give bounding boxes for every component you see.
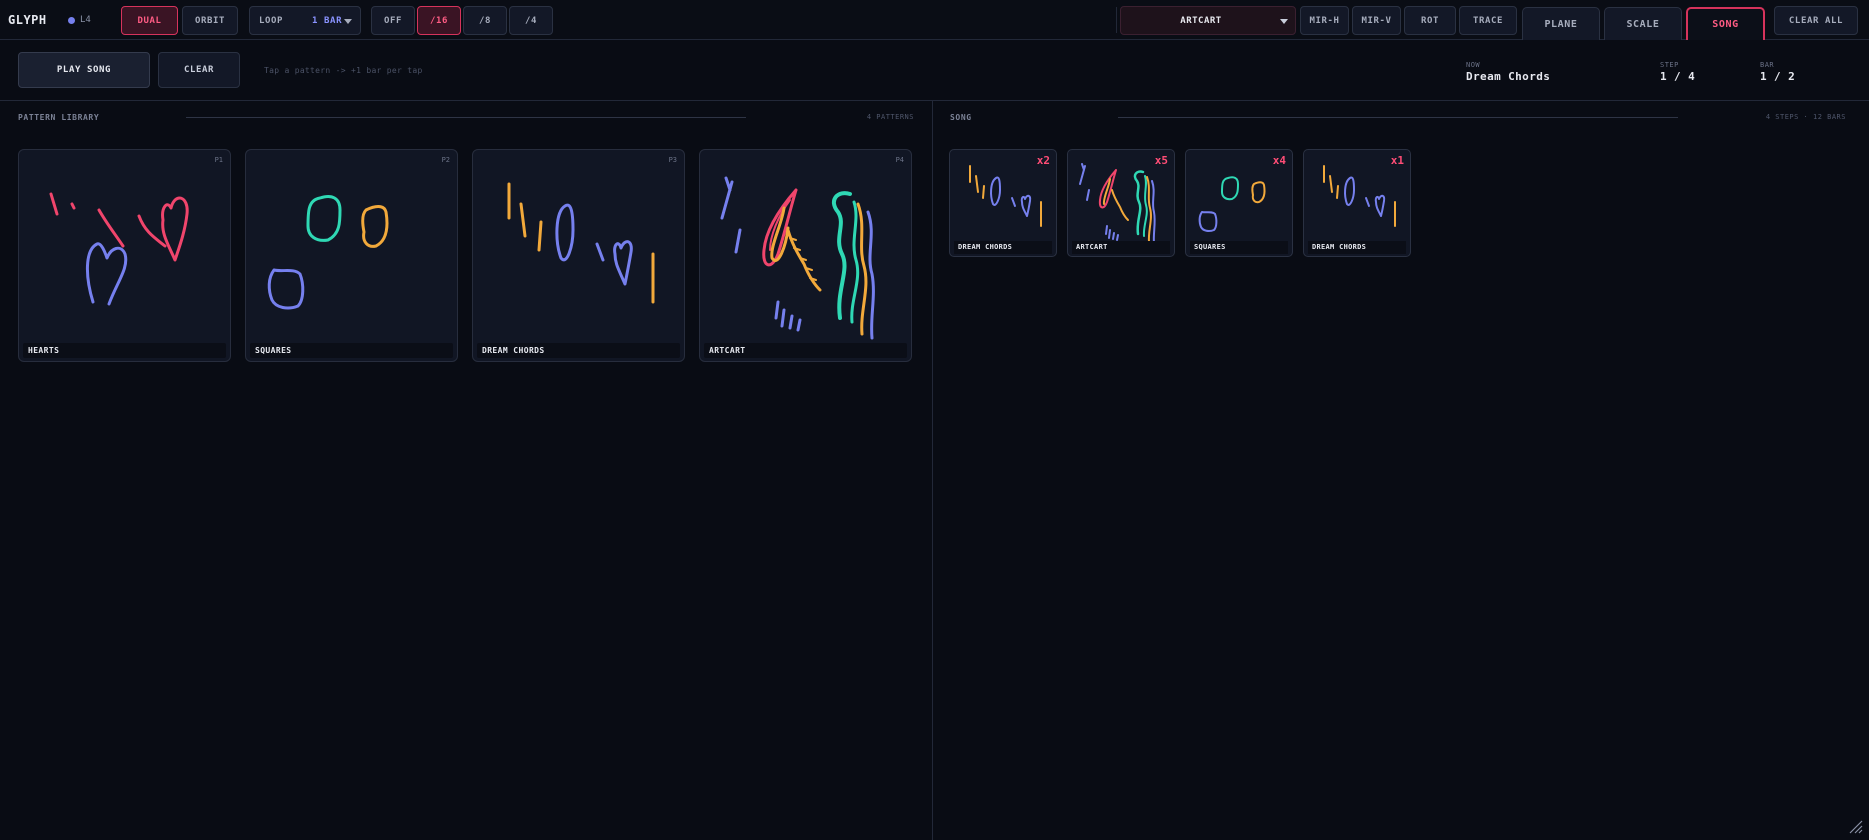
step-label: STEP xyxy=(1660,61,1679,69)
clear-song-button[interactable]: CLEAR xyxy=(158,52,240,88)
song-step-3[interactable]: x4 SQUARES xyxy=(1185,149,1293,257)
loop-label: LOOP xyxy=(259,16,284,26)
library-rule xyxy=(186,117,746,118)
quant-off-button[interactable]: OFF xyxy=(371,6,415,35)
song-step-1[interactable]: x2 DREAM CHORDS xyxy=(949,149,1057,257)
now-value: Dream Chords xyxy=(1466,70,1551,83)
step-readout: STEP 1 / 4 xyxy=(1660,61,1695,83)
step-name: ARTCART xyxy=(1072,241,1170,254)
song-transport: PLAY SONG CLEAR Tap a pattern -> +1 bar … xyxy=(0,41,1869,101)
app-title: GLYPH xyxy=(8,13,47,27)
song-count: 4 STEPS · 12 BARS xyxy=(1765,113,1846,121)
pattern-name: ARTCART xyxy=(704,343,907,358)
song-step-4[interactable]: x1 DREAM CHORDS xyxy=(1303,149,1411,257)
step-name: SQUARES xyxy=(1190,241,1288,254)
play-song-button[interactable]: PLAY SONG xyxy=(18,52,150,88)
pattern-id: P2 xyxy=(441,156,450,164)
library-title: PATTERN LIBRARY xyxy=(18,113,100,122)
pattern-thumbnail xyxy=(720,176,875,340)
rotate-button[interactable]: ROT xyxy=(1404,6,1456,35)
step-name: DREAM CHORDS xyxy=(954,241,1052,254)
now-label: NOW xyxy=(1466,61,1481,69)
pattern-card-squares[interactable]: P2 SQUARES xyxy=(245,149,458,362)
pattern-id: P1 xyxy=(214,156,223,164)
clear-all-button[interactable]: CLEAR ALL xyxy=(1774,6,1858,35)
pattern-card-hearts[interactable]: P1 HEARTS xyxy=(18,149,231,362)
quant-16-button[interactable]: /16 xyxy=(417,6,461,35)
top-toolbar: GLYPH L4 DUAL ORBIT LOOP 1 BAR OFF /16 /… xyxy=(0,0,1869,40)
mirror-horizontal-button[interactable]: MIR-H xyxy=(1300,6,1349,35)
layer-dot-icon xyxy=(68,16,75,24)
bar-readout: BAR 1 / 2 xyxy=(1760,61,1795,83)
song-rule xyxy=(1118,117,1678,118)
chevron-down-icon xyxy=(344,19,352,24)
step-multiplier: x5 xyxy=(1154,154,1168,167)
trace-button[interactable]: TRACE xyxy=(1459,6,1517,35)
pattern-select[interactable]: ARTCART xyxy=(1120,6,1296,35)
layer-indicator[interactable]: L4 xyxy=(68,15,91,25)
tab-plane[interactable]: PLANE xyxy=(1522,7,1600,40)
chevron-down-icon xyxy=(1280,19,1288,24)
tab-song[interactable]: SONG xyxy=(1686,7,1765,40)
layer-label: L4 xyxy=(80,15,91,25)
pattern-name: SQUARES xyxy=(250,343,453,358)
pattern-id: P3 xyxy=(668,156,677,164)
step-value: 1 / 4 xyxy=(1660,70,1696,83)
tab-scale[interactable]: SCALE xyxy=(1604,7,1682,40)
pattern-select-value: ARTCART xyxy=(1180,16,1222,26)
bar-label: BAR xyxy=(1760,61,1775,69)
pattern-id: P4 xyxy=(895,156,904,164)
now-playing: NOW Dream Chords xyxy=(1466,61,1550,83)
panel-divider xyxy=(932,101,933,840)
pattern-card-dream-chords[interactable]: P3 DREAM CHORDS xyxy=(472,149,685,362)
orbit-button[interactable]: ORBIT xyxy=(182,6,238,35)
mirror-vertical-button[interactable]: MIR-V xyxy=(1352,6,1401,35)
pattern-thumbnail xyxy=(267,195,389,310)
step-multiplier: x4 xyxy=(1272,154,1286,167)
pattern-thumbnail xyxy=(507,182,655,304)
quant-8-button[interactable]: /8 xyxy=(463,6,507,35)
song-step-2[interactable]: x5 ARTCART xyxy=(1067,149,1175,257)
song-hint: Tap a pattern -> +1 bar per tap xyxy=(264,66,423,75)
quant-4-button[interactable]: /4 xyxy=(509,6,553,35)
step-name: DREAM CHORDS xyxy=(1308,241,1406,254)
loop-length-select[interactable]: LOOP 1 BAR xyxy=(249,6,361,35)
pattern-name: DREAM CHORDS xyxy=(477,343,680,358)
resize-handle-icon[interactable] xyxy=(1847,818,1863,834)
loop-value: 1 BAR xyxy=(312,16,343,26)
pattern-card-artcart[interactable]: P4 ARTCART xyxy=(699,149,912,362)
pattern-name: HEARTS xyxy=(23,343,226,358)
song-title: SONG xyxy=(950,113,972,122)
bar-value: 1 / 2 xyxy=(1760,70,1796,83)
step-multiplier: x1 xyxy=(1390,154,1404,167)
toolbar-divider xyxy=(1116,7,1117,33)
dual-button[interactable]: DUAL xyxy=(121,6,178,35)
library-count: 4 PATTERNS xyxy=(866,113,914,121)
pattern-thumbnail xyxy=(49,192,189,306)
step-multiplier: x2 xyxy=(1036,154,1050,167)
